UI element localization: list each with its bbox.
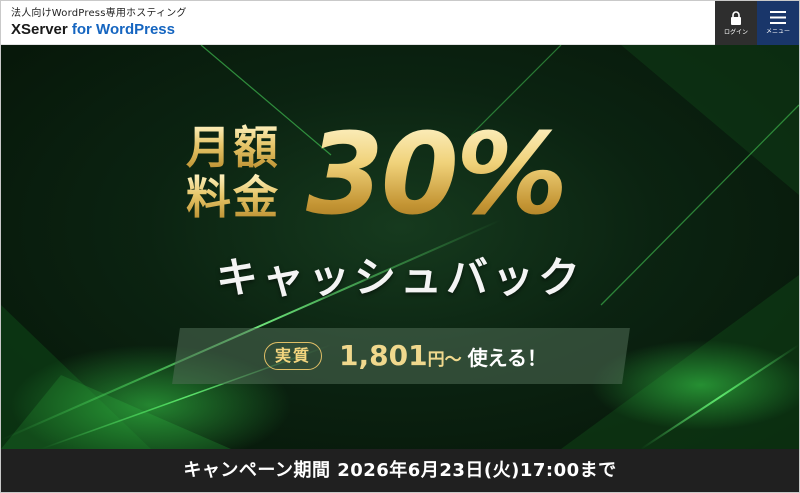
price-unit: 円〜 [427, 350, 462, 370]
cashback-subheadline: キャッシュバック [215, 253, 584, 302]
logo-product: for WordPress [71, 21, 175, 38]
site-header: 法人向けWordPress専用ホスティング XServer for WordPr… [1, 1, 799, 45]
logo-brand: XServer [11, 21, 68, 38]
menu-button[interactable]: メニュー [757, 1, 799, 45]
site-logo[interactable]: 法人向けWordPress専用ホスティング XServer for WordPr… [11, 7, 187, 39]
cashback-percent: 30% [306, 110, 568, 240]
effective-price: 1,801円〜 使える！ [339, 337, 547, 379]
effective-tag: 実質 [264, 342, 323, 370]
logo-wordmark: XServer for WordPress [11, 20, 187, 39]
logo-subtitle: 法人向けWordPress専用ホスティング [11, 8, 187, 19]
price-value: 1,801 [339, 339, 428, 372]
campaign-period-text: キャンペーン期間 2026年6月23日(火)17:00まで [183, 460, 617, 481]
light-streaks-decoration [1, 45, 799, 449]
login-label: ログイン [723, 28, 748, 36]
lock-icon [731, 10, 741, 25]
headline-line1: 月額 [186, 121, 281, 174]
hamburger-icon [770, 11, 786, 24]
price-suffix: 使える！ [467, 346, 547, 370]
menu-label: メニュー [765, 28, 790, 35]
campaign-period-bar: キャンペーン期間 2026年6月23日(火)17:00まで [1, 449, 799, 492]
campaign-hero-banner[interactable]: 月額 料金 30% キャッシュバック 実質 1,801円〜 使える！ [1, 45, 799, 449]
effective-price-band: 実質 1,801円〜 使える！ [172, 328, 630, 384]
login-button[interactable]: ログイン [715, 1, 757, 45]
headline-monthly-fee: 月額 料金 [186, 123, 280, 223]
page-frame: 法人向けWordPress専用ホスティング XServer for WordPr… [0, 0, 800, 493]
headline-line2: 料金 [186, 171, 281, 224]
